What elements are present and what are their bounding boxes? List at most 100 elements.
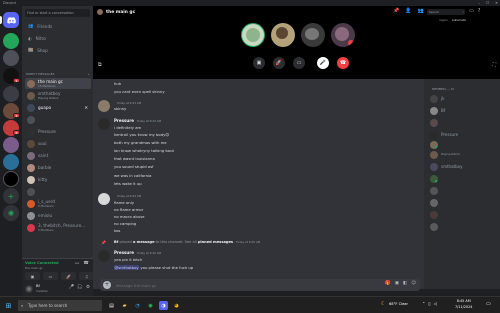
avatar[interactable]	[98, 118, 110, 130]
dm-item[interactable]	[25, 186, 91, 197]
server-icon[interactable]	[3, 154, 19, 170]
server-icon[interactable]	[3, 33, 19, 49]
clock[interactable]: 8:45 AM 7/11/2024	[455, 299, 472, 310]
dm-item[interactable]	[25, 114, 91, 125]
participant-tile[interactable]	[301, 23, 325, 47]
dm-item[interactable]: emiolu	[25, 210, 91, 221]
dm-item[interactable]: 3, thebitch, Pressure... 5 Members	[25, 222, 91, 233]
add-server-icon[interactable]: +	[3, 188, 19, 204]
mic-toggle-button[interactable]: 🎤	[317, 57, 329, 69]
help-icon[interactable]: ?	[478, 8, 481, 14]
dm-item[interactable]: barbie	[25, 162, 91, 173]
fullscreen-icon[interactable]: ⛶	[492, 62, 496, 68]
participant-tile[interactable]	[241, 23, 265, 47]
spotify-icon[interactable]: ◉	[146, 301, 155, 310]
close-dm-icon[interactable]: ✕	[84, 105, 88, 110]
discord-taskbar-icon[interactable]: ◑	[159, 301, 168, 310]
dm-item[interactable]: the main gc 15 Members	[25, 78, 91, 89]
channel-search[interactable]: Search ⌕	[427, 9, 465, 15]
pinned-message-link[interactable]: a message	[133, 240, 155, 244]
discord-home-icon[interactable]	[3, 12, 19, 28]
chrome-icon[interactable]: ◕	[172, 301, 181, 310]
member-item[interactable]: Bf	[430, 105, 496, 116]
avatar[interactable]	[98, 193, 110, 205]
screenshare-button[interactable]: ▭	[43, 272, 58, 280]
author-name[interactable]: Pressure	[114, 118, 134, 123]
member-item[interactable]	[430, 209, 496, 220]
member-item[interactable]	[430, 185, 496, 196]
taskbar-search[interactable]: ⌕ Type here to search	[18, 300, 102, 311]
sticker-icon[interactable]: ◧	[403, 281, 407, 286]
leave-call-button[interactable]: ☎	[337, 57, 349, 69]
avatar	[430, 130, 438, 139]
activity-button[interactable]: 🚀	[61, 272, 76, 280]
deafen-icon[interactable]: 🎧	[77, 285, 83, 290]
mute-icon[interactable]: 🎤	[69, 285, 75, 290]
member-item[interactable]	[430, 117, 496, 128]
member-item[interactable]: Playing Roblox	[430, 149, 496, 160]
author-name[interactable]: Pressure	[114, 250, 134, 255]
conversation-search[interactable]: Find or start a conversation	[25, 9, 90, 17]
dm-name: guapo	[38, 105, 52, 110]
file-explorer-icon[interactable]: ▰	[120, 301, 129, 310]
create-dm-button[interactable]: +	[87, 72, 90, 76]
nav-nitro[interactable]: ◐ Nitro	[25, 33, 90, 43]
add-friends-icon[interactable]: 👤	[405, 8, 411, 14]
notification-icon[interactable]: ▭	[486, 301, 491, 307]
avatar[interactable]	[98, 250, 110, 262]
network-icon[interactable]: ▯	[428, 301, 430, 306]
dm-item[interactable]: Pressure	[25, 126, 91, 137]
server-icon[interactable]	[3, 171, 19, 187]
nav-shop[interactable]: 🏬 Shop	[25, 45, 90, 55]
server-icon[interactable]	[3, 86, 19, 102]
camera-button[interactable]: ▣	[25, 272, 40, 280]
weather-icon[interactable]: ☾	[381, 301, 385, 307]
avatar[interactable]	[98, 100, 110, 112]
dm-item[interactable]: kitty	[25, 174, 91, 185]
pin-icon[interactable]: 📌	[393, 8, 399, 14]
message-input[interactable]: Message the main gc	[116, 283, 156, 288]
member-item[interactable]	[430, 221, 496, 232]
region-select[interactable]: Automatic	[452, 18, 466, 22]
member-item[interactable]	[430, 197, 496, 208]
soundboard-button[interactable]: ♫	[79, 272, 94, 280]
members-toggle-icon[interactable]: 👥	[417, 8, 423, 14]
inbox-icon[interactable]: ▭	[469, 8, 474, 14]
dm-item[interactable]: guapo ✕	[25, 102, 91, 113]
explore-servers-icon[interactable]: ◉	[3, 205, 19, 221]
pinned-messages-link[interactable]: pinned messages	[198, 240, 233, 244]
chevron-up-icon[interactable]: ⌃	[422, 301, 425, 306]
speaker-icon[interactable]: ◁	[434, 301, 437, 306]
gift-icon[interactable]: 🎁	[385, 281, 391, 286]
camera-toggle-button[interactable]: ▣	[253, 57, 265, 69]
edge-browser-icon[interactable]: ◔	[133, 301, 142, 310]
disconnect-icon[interactable]: ☎	[83, 261, 89, 267]
member-item[interactable]: jk	[430, 93, 496, 104]
member-item[interactable]: smthatboy	[430, 161, 496, 172]
activity-launch-button[interactable]: 🚀	[273, 57, 285, 69]
server-icon[interactable]	[3, 137, 19, 153]
nav-friends[interactable]: 👥 Friends	[25, 21, 90, 31]
user-mention[interactable]: @smthatboy	[114, 265, 140, 270]
popout-icon[interactable]: ⧉	[98, 62, 102, 68]
weather-text[interactable]: 68°F Clear	[389, 302, 408, 306]
attach-plus-icon[interactable]: +	[103, 281, 111, 289]
noise-suppression-icon[interactable]: 〰	[75, 261, 80, 267]
member-item[interactable]	[430, 173, 496, 184]
settings-gear-icon[interactable]: ⚙	[86, 285, 90, 290]
task-view-icon[interactable]: ▤	[107, 301, 116, 310]
emoji-icon[interactable]: ☺	[411, 281, 416, 286]
dm-item[interactable]: saint	[25, 150, 91, 161]
gif-icon[interactable]: ▣	[395, 281, 399, 286]
screenshare-toggle-button[interactable]: ▭	[293, 57, 305, 69]
avatar[interactable]	[25, 285, 33, 293]
dm-item[interactable]: soul	[25, 138, 91, 149]
dm-item[interactable]: i_s_uerd 5 Members	[25, 198, 91, 209]
windows-start-icon[interactable]: ⊞	[4, 301, 13, 310]
participant-tile[interactable]	[271, 23, 295, 47]
dm-item[interactable]: smthatboy Playing Roblox	[25, 90, 91, 101]
member-name: Bf	[441, 108, 446, 113]
server-icon[interactable]	[3, 50, 19, 66]
member-name: Pressure	[441, 132, 459, 137]
participant-tile[interactable]	[331, 23, 355, 47]
